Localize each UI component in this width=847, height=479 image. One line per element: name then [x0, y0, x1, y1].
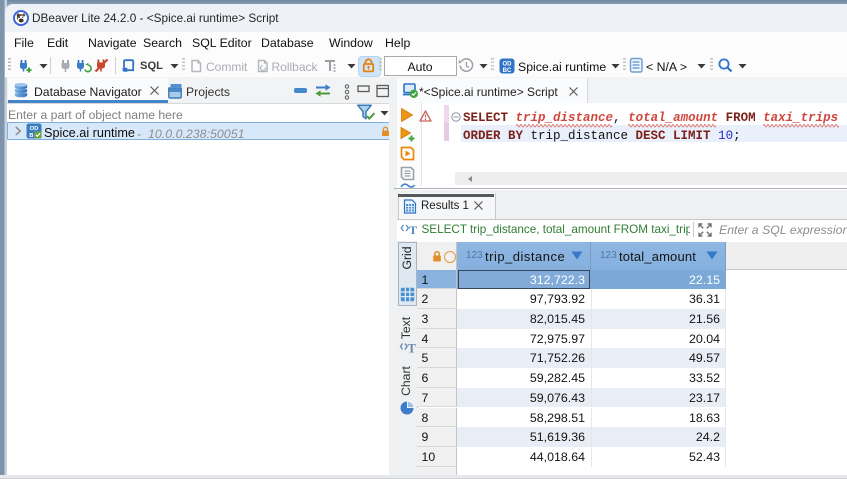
svg-text:BC: BC [503, 68, 512, 74]
svg-text:B: B [29, 133, 33, 139]
svg-text:OD: OD [503, 61, 513, 67]
